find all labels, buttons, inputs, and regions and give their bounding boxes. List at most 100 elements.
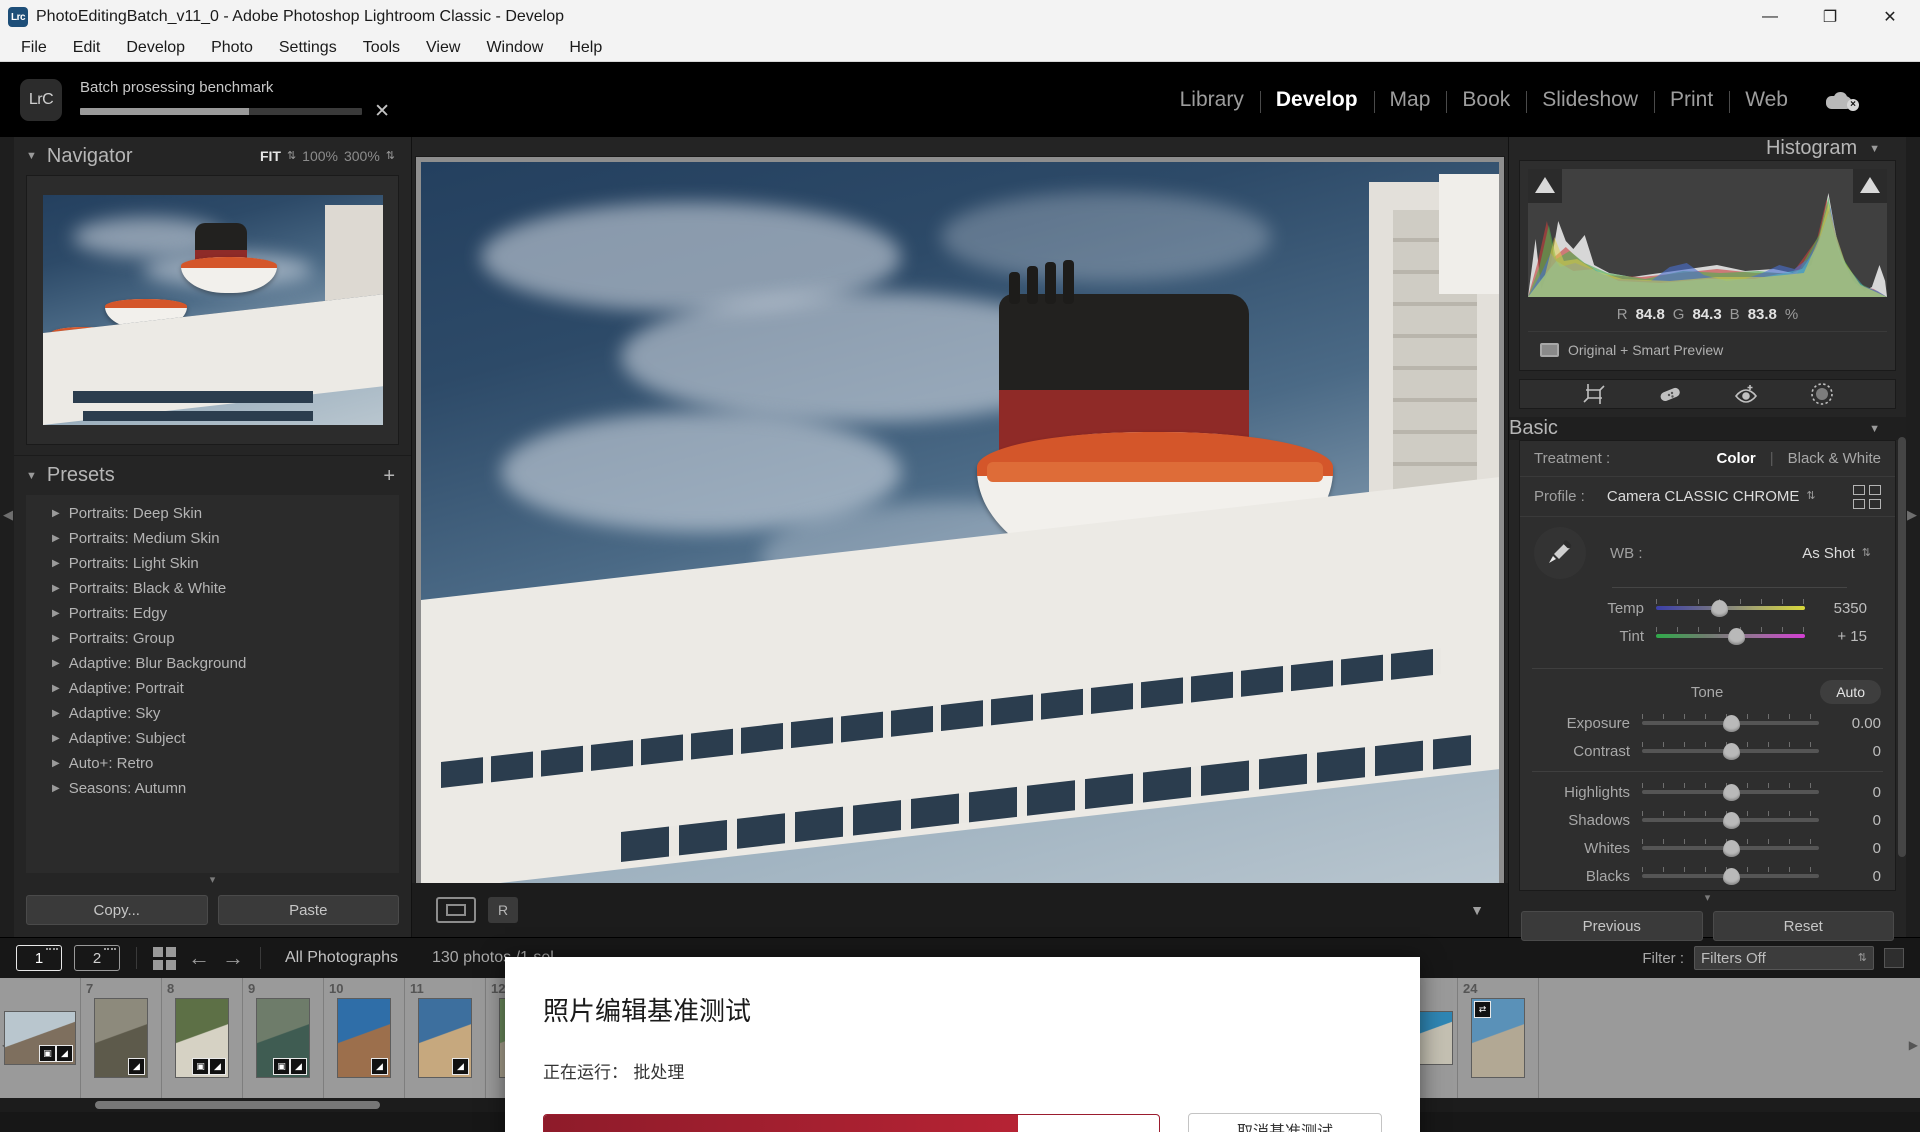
navigator-fit-stepper-icon[interactable]: ⇅ (287, 150, 296, 162)
slider-value[interactable]: + 15 (1805, 628, 1867, 645)
preset-item[interactable]: ▶ Portraits: Edgy (26, 601, 399, 626)
preset-disclosure-icon[interactable]: ▶ (52, 708, 60, 719)
slider-value[interactable]: 0 (1819, 812, 1881, 829)
slider-track-tint[interactable] (1656, 627, 1805, 645)
navigator-disclosure-triangle[interactable]: ▼ (26, 150, 37, 162)
filmstrip-thumbnail[interactable]: 10 ◢ (324, 978, 405, 1098)
module-map[interactable]: Map (1373, 88, 1447, 113)
histogram-header[interactable]: Histogram ▼ (1509, 137, 1906, 160)
menu-file[interactable]: File (8, 36, 60, 60)
menu-develop[interactable]: Develop (113, 36, 198, 60)
filmstrip-thumbnail[interactable]: 7 ◢ (81, 978, 162, 1098)
profile-select[interactable]: Camera CLASSIC CHROME ⇅ (1607, 488, 1816, 505)
reference-view-button[interactable]: R (488, 897, 519, 923)
navigator-zoom-stepper-icon[interactable]: ⇅ (386, 150, 395, 162)
slider-value[interactable]: 0 (1819, 743, 1881, 760)
toolbar-chevron-down-icon[interactable]: ▼ (1470, 902, 1484, 918)
slider-knob-blacks[interactable] (1722, 868, 1740, 885)
preset-disclosure-icon[interactable]: ▶ (52, 783, 60, 794)
menu-view[interactable]: View (413, 36, 473, 60)
preset-disclosure-icon[interactable]: ▶ (52, 683, 60, 694)
menu-tools[interactable]: Tools (350, 36, 413, 60)
module-web[interactable]: Web (1729, 88, 1804, 113)
filmstrip-thumbnail[interactable]: 8 ▣ ◢ (162, 978, 243, 1098)
identity-plate-badge[interactable]: LrC (20, 78, 62, 121)
treatment-color-option[interactable]: Color (1717, 450, 1756, 467)
wb-select[interactable]: As Shot ⇅ (1802, 545, 1871, 562)
left-panel-edge[interactable] (0, 137, 14, 937)
preset-item[interactable]: ▶ Portraits: Deep Skin (26, 501, 399, 526)
preset-disclosure-icon[interactable]: ▶ (52, 508, 60, 519)
filmstrip-thumbnail[interactable]: 9 ▣ ◢ (243, 978, 324, 1098)
right-panel-scrollbar[interactable] (1898, 437, 1906, 857)
slider-value[interactable]: 0.00 (1819, 715, 1881, 732)
slider-knob-temp[interactable] (1710, 600, 1728, 617)
slider-track-temp[interactable] (1656, 599, 1805, 617)
preset-disclosure-icon[interactable]: ▶ (52, 733, 60, 744)
go-forward-icon[interactable]: → (222, 947, 244, 969)
preset-item[interactable]: ▶ Adaptive: Portrait (26, 676, 399, 701)
slider-knob-shadows[interactable] (1722, 812, 1740, 829)
slider-track-whites[interactable] (1642, 839, 1819, 857)
slider-value[interactable]: 0 (1819, 840, 1881, 857)
presets-disclosure-triangle[interactable]: ▼ (26, 470, 37, 482)
preset-disclosure-icon[interactable]: ▶ (52, 583, 60, 594)
grid-view-icon[interactable] (153, 946, 176, 970)
preset-item[interactable]: ▶ Portraits: Group (26, 626, 399, 651)
filmstrip-thumbnail[interactable]: 11 ◢ (405, 978, 486, 1098)
slider-track-shadows[interactable] (1642, 811, 1819, 829)
filter-stepper-icon[interactable]: ⇅ (1858, 952, 1867, 964)
menu-window[interactable]: Window (473, 36, 556, 60)
module-print[interactable]: Print (1654, 88, 1729, 113)
slider-track-contrast[interactable] (1642, 742, 1819, 760)
preset-item[interactable]: ▶ Adaptive: Subject (26, 726, 399, 751)
histogram-disclosure-triangle[interactable]: ▼ (1869, 143, 1880, 155)
filmstrip-scroll-right-icon[interactable]: ▶ (1909, 1038, 1918, 1052)
copy-button[interactable]: Copy... (26, 895, 208, 925)
filmstrip-thumbnail[interactable]: 24 ⇄ (1458, 978, 1539, 1098)
menu-help[interactable]: Help (556, 36, 615, 60)
slider-track-exposure[interactable] (1642, 714, 1819, 732)
navigator-preview[interactable] (26, 175, 399, 445)
cancel-benchmark-button[interactable]: 取消基准测试 (1188, 1113, 1382, 1132)
navigator-fit[interactable]: FIT (260, 148, 281, 164)
go-back-icon[interactable]: ← (188, 947, 210, 969)
filmstrip-thumbnail[interactable]: ▣ ◢ (0, 978, 81, 1098)
minimize-button[interactable]: — (1740, 0, 1800, 34)
menu-edit[interactable]: Edit (60, 36, 114, 60)
histogram-graph[interactable] (1528, 169, 1887, 297)
module-develop[interactable]: Develop (1259, 88, 1374, 113)
preset-item[interactable]: ▶ Auto+: Retro (26, 751, 399, 776)
close-button[interactable]: ✕ (1860, 0, 1920, 34)
masking-icon[interactable] (1808, 380, 1836, 408)
maximize-button[interactable]: ❐ (1800, 0, 1860, 34)
preset-disclosure-icon[interactable]: ▶ (52, 533, 60, 544)
right-panel-collapse-arrow[interactable]: ▶ (1907, 507, 1917, 523)
previous-button[interactable]: Previous (1521, 911, 1703, 941)
preset-disclosure-icon[interactable]: ▶ (52, 608, 60, 619)
treatment-bw-option[interactable]: Black & White (1788, 450, 1881, 467)
navigator-zoom-300[interactable]: 300% (344, 148, 380, 164)
filmstrip-source[interactable]: All Photographs (285, 949, 398, 967)
basic-disclosure-triangle[interactable]: ▼ (1869, 423, 1880, 435)
preset-disclosure-icon[interactable]: ▶ (52, 658, 60, 669)
loupe-view-icon[interactable] (436, 897, 476, 923)
module-book[interactable]: Book (1446, 88, 1526, 113)
preset-item[interactable]: ▶ Portraits: Medium Skin (26, 526, 399, 551)
menu-settings[interactable]: Settings (266, 36, 350, 60)
screen-2-button[interactable]: 2 (74, 945, 120, 971)
screen-1-button[interactable]: 1 (16, 945, 62, 971)
presets-list[interactable]: ▶ Portraits: Deep Skin ▶ Portraits: Medium … (26, 495, 399, 873)
auto-tone-button[interactable]: Auto (1820, 680, 1881, 704)
profile-browser-icon[interactable] (1853, 484, 1881, 509)
preset-item[interactable]: ▶ Portraits: Black & White (26, 576, 399, 601)
slider-value[interactable]: 0 (1819, 868, 1881, 885)
navigator-header[interactable]: ▼ Navigator FIT ⇅ 100% 300% ⇅ (14, 137, 411, 175)
red-eye-icon[interactable] (1732, 380, 1760, 408)
module-library[interactable]: Library (1164, 88, 1260, 112)
activity-cancel-icon[interactable]: ✕ (374, 102, 390, 121)
preset-item[interactable]: ▶ Portraits: Light Skin (26, 551, 399, 576)
spot-removal-icon[interactable] (1656, 380, 1684, 408)
slider-value[interactable]: 5350 (1805, 600, 1867, 617)
slider-knob-tint[interactable] (1728, 628, 1746, 645)
